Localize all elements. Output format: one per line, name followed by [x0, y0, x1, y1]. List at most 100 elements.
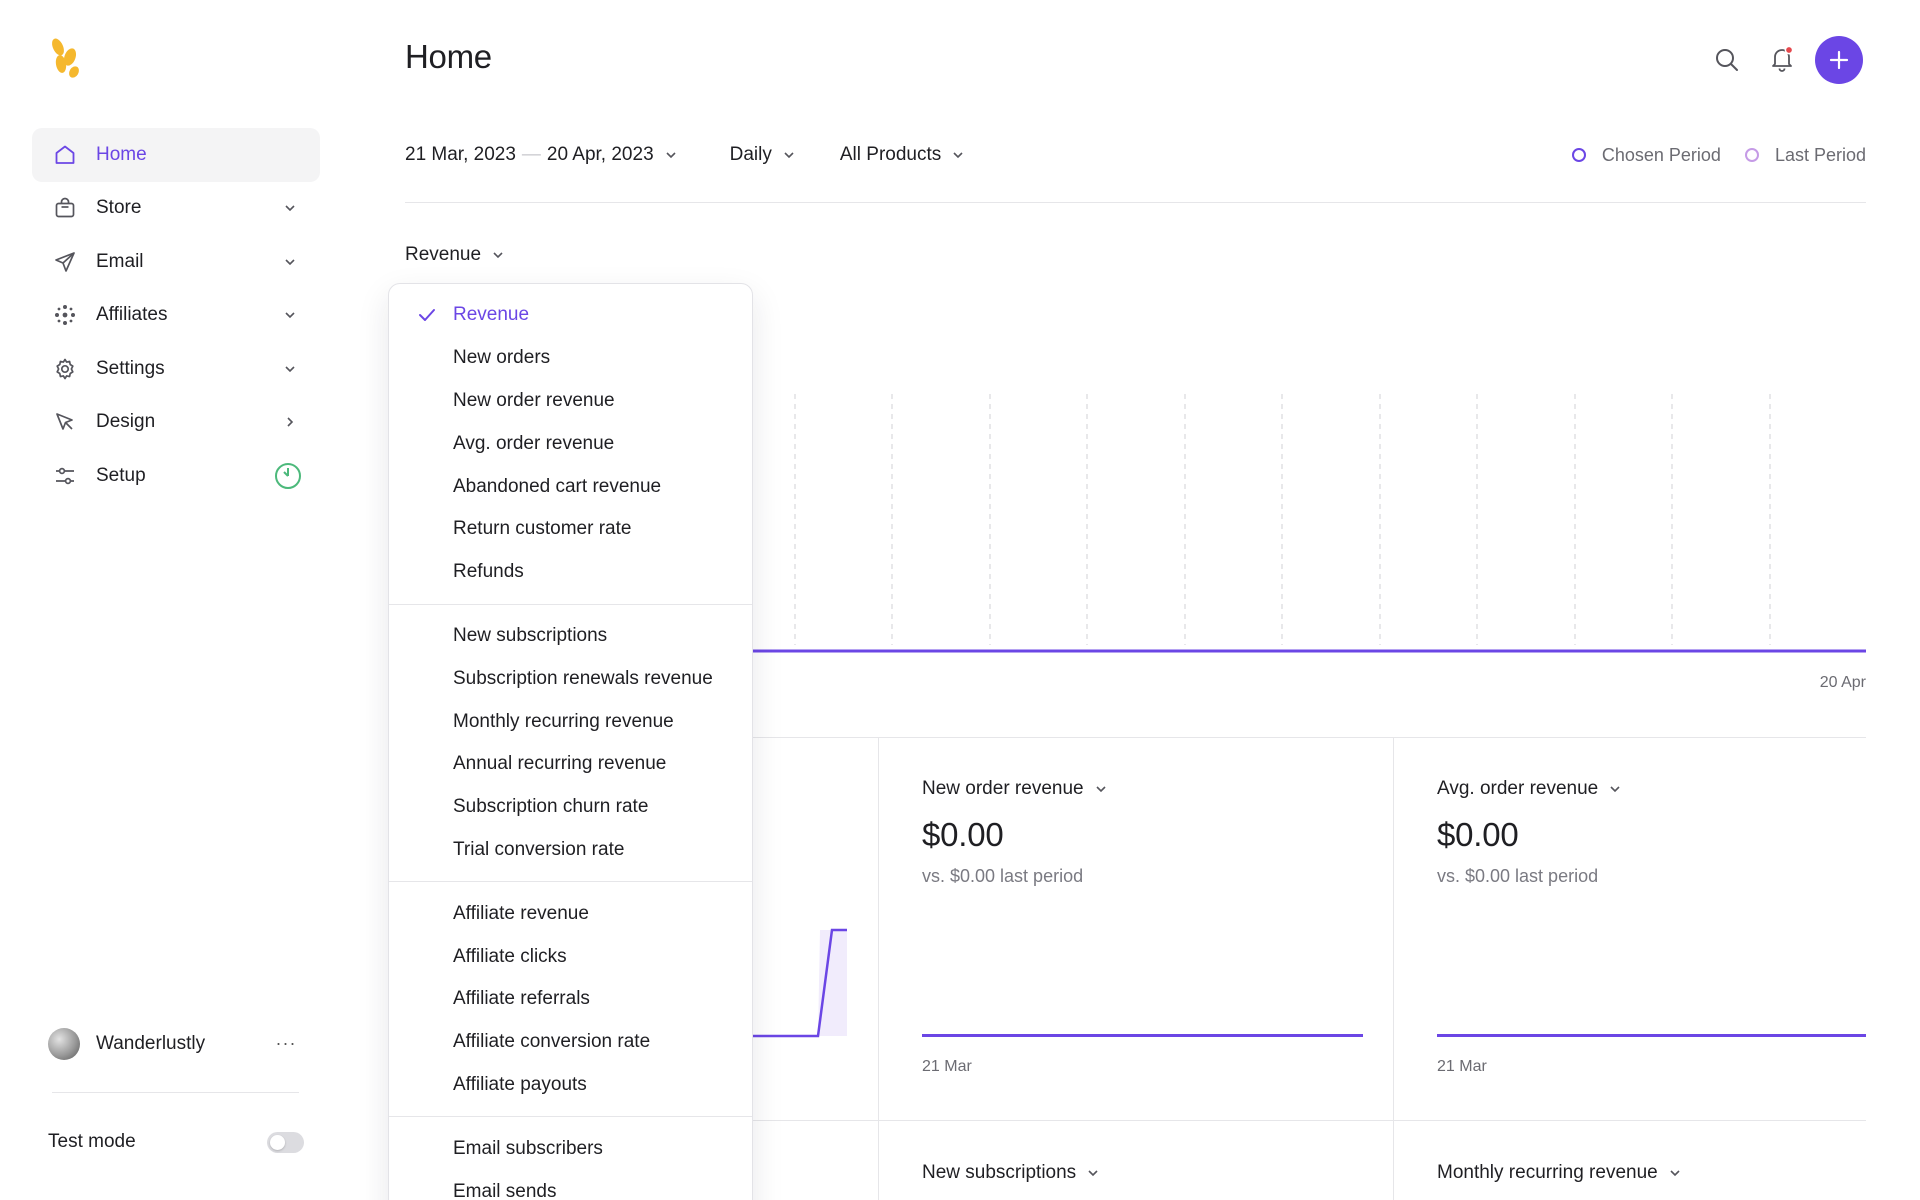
- more-options-icon[interactable]: ···: [272, 1028, 300, 1060]
- sidebar-item-store[interactable]: Store: [32, 182, 320, 236]
- dropdown-item-trial-conversion-rate[interactable]: Trial conversion rate: [389, 829, 752, 872]
- date-range-picker[interactable]: 21 Mar, 2023 — 20 Apr, 2023: [405, 144, 678, 166]
- dropdown-item-affiliate-payouts[interactable]: Affiliate payouts: [389, 1064, 752, 1107]
- dropdown-group-subscriptions: New subscriptions Subscription renewals …: [389, 605, 752, 883]
- chevron-down-icon: [1096, 786, 1106, 793]
- dropdown-item-label: Abandoned cart revenue: [453, 475, 662, 497]
- card-chart-date: 21 Mar: [1437, 1058, 1487, 1075]
- dropdown-item-label: Revenue: [453, 304, 530, 326]
- sidebar-nav: Home Store Email Affiliates Settings Des…: [32, 128, 320, 503]
- dropdown-item-new-orders[interactable]: New orders: [389, 337, 752, 380]
- search-icon[interactable]: [1713, 46, 1741, 74]
- card-title[interactable]: Avg. order revenue: [1437, 778, 1877, 800]
- dropdown-item-label: Avg. order revenue: [453, 432, 615, 454]
- dropdown-item-label: Affiliate revenue: [453, 902, 589, 924]
- dropdown-item-new-subscriptions[interactable]: New subscriptions: [389, 615, 752, 658]
- card-title-label: Avg. order revenue: [1437, 778, 1599, 799]
- legend-label: Chosen Period: [1601, 144, 1721, 165]
- grid-divider: [740, 737, 1866, 738]
- sidebar-item-setup[interactable]: Setup: [32, 449, 320, 503]
- metric-card-new-order-revenue: New order revenue $0.00 vs. $0.00 last p…: [922, 778, 1362, 887]
- legend-label: Last Period: [1774, 144, 1866, 165]
- sidebar-item-label: Design: [96, 411, 156, 433]
- add-button[interactable]: [1815, 36, 1863, 84]
- dropdown-item-affiliate-referrals[interactable]: Affiliate referrals: [389, 978, 752, 1021]
- gear-icon: [52, 356, 78, 382]
- check-icon: [419, 309, 435, 322]
- sidebar-item-label: Settings: [96, 357, 165, 379]
- sidebar-item-settings[interactable]: Settings: [32, 342, 320, 396]
- dropdown-item-label: Refunds: [453, 561, 524, 583]
- metric-card-avg-order-revenue: Avg. order revenue $0.00 vs. $0.00 last …: [1437, 778, 1877, 887]
- card-title[interactable]: New subscriptions: [922, 1162, 1362, 1184]
- nodes-icon: [52, 302, 78, 328]
- card-title-label: New order revenue: [922, 778, 1084, 799]
- filter-bar: 21 Mar, 2023 — 20 Apr, 2023 Daily All Pr…: [405, 140, 965, 170]
- chevron-down-icon[interactable]: [282, 307, 298, 323]
- dropdown-item-new-order-revenue[interactable]: New order revenue: [389, 380, 752, 423]
- dropdown-item-label: Affiliate payouts: [453, 1073, 587, 1095]
- dropdown-item-affiliate-revenue[interactable]: Affiliate revenue: [389, 892, 752, 935]
- dropdown-item-abandoned-cart-revenue[interactable]: Abandoned cart revenue: [389, 465, 752, 508]
- dropdown-item-email-sends[interactable]: Email sends: [389, 1170, 752, 1200]
- dropdown-item-label: Email sends: [453, 1180, 557, 1200]
- dropdown-item-email-subscribers[interactable]: Email subscribers: [389, 1127, 752, 1170]
- chevron-right-icon[interactable]: [282, 414, 298, 430]
- sidebar: Home Store Email Affiliates Settings Des…: [0, 0, 352, 1200]
- chevron-down-icon: [666, 152, 676, 159]
- grid-divider: [878, 737, 879, 1200]
- sidebar-item-design[interactable]: Design: [32, 396, 320, 450]
- chevron-down-icon[interactable]: [282, 254, 298, 270]
- dropdown-item-subscription-renewals-revenue[interactable]: Subscription renewals revenue: [389, 657, 752, 700]
- sidebar-item-home[interactable]: Home: [32, 128, 320, 182]
- user-account[interactable]: Wanderlustly ···: [48, 1028, 300, 1060]
- dropdown-item-return-customer-rate[interactable]: Return customer rate: [389, 508, 752, 551]
- dropdown-item-label: New order revenue: [453, 389, 615, 411]
- dropdown-item-refunds[interactable]: Refunds: [389, 551, 752, 594]
- dropdown-group-affiliates: Affiliate revenue Affiliate clicks Affil…: [389, 882, 752, 1118]
- card-title[interactable]: Monthly recurring revenue: [1437, 1162, 1877, 1184]
- avatar[interactable]: [48, 1028, 80, 1060]
- dropdown-item-subscription-churn-rate[interactable]: Subscription churn rate: [389, 786, 752, 829]
- metric-select-label: Revenue: [405, 244, 482, 265]
- card-comparison: vs. $0.00 last period: [922, 866, 1084, 886]
- dropdown-item-label: Subscription churn rate: [453, 796, 649, 818]
- brand-logo[interactable]: [48, 36, 88, 80]
- dropdown-item-avg-order-revenue[interactable]: Avg. order revenue: [389, 422, 752, 465]
- last-period-dot-icon: [1744, 148, 1759, 162]
- sidebar-item-affiliates[interactable]: Affiliates: [32, 289, 320, 343]
- sidebar-item-email[interactable]: Email: [32, 235, 320, 289]
- card-chart-line: [922, 1034, 1363, 1037]
- interval-select[interactable]: Daily: [730, 144, 796, 166]
- sliders-icon: [52, 463, 78, 489]
- dropdown-item-label: Annual recurring revenue: [453, 753, 667, 775]
- send-icon: [52, 249, 78, 275]
- dropdown-item-monthly-recurring-revenue[interactable]: Monthly recurring revenue: [389, 700, 752, 743]
- test-mode-row: Test mode: [48, 1124, 304, 1160]
- setup-progress-icon[interactable]: [274, 462, 302, 490]
- chevron-down-icon[interactable]: [282, 361, 298, 377]
- dropdown-item-revenue[interactable]: Revenue: [389, 294, 752, 337]
- legend-chosen-period[interactable]: Chosen Period: [1571, 144, 1721, 166]
- plus-icon: [1829, 50, 1849, 70]
- sidebar-item-label: Home: [96, 143, 147, 165]
- dropdown-item-label: Return customer rate: [453, 518, 632, 540]
- dropdown-item-affiliate-conversion-rate[interactable]: Affiliate conversion rate: [389, 1021, 752, 1064]
- grid-divider: [1393, 737, 1394, 1200]
- dropdown-item-label: Affiliate conversion rate: [453, 1031, 651, 1053]
- chart-gridlines: [794, 394, 1771, 645]
- chevron-down-icon[interactable]: [282, 200, 298, 216]
- test-mode-toggle[interactable]: [267, 1132, 304, 1153]
- legend-last-period[interactable]: Last Period: [1744, 144, 1866, 166]
- dropdown-item-label: Affiliate referrals: [453, 988, 590, 1010]
- card-chart-date: 21 Mar: [922, 1058, 972, 1075]
- card-title[interactable]: New order revenue: [922, 778, 1362, 800]
- period-legend: Chosen Period Last Period: [1548, 140, 1866, 170]
- dropdown-item-label: Trial conversion rate: [453, 838, 625, 860]
- metric-select[interactable]: Revenue: [405, 244, 505, 266]
- bell-icon[interactable]: [1768, 44, 1796, 72]
- dropdown-item-annual-recurring-revenue[interactable]: Annual recurring revenue: [389, 743, 752, 786]
- products-select[interactable]: All Products: [840, 144, 965, 166]
- dropdown-item-affiliate-clicks[interactable]: Affiliate clicks: [389, 935, 752, 978]
- date-start: 21 Mar, 2023: [405, 144, 516, 165]
